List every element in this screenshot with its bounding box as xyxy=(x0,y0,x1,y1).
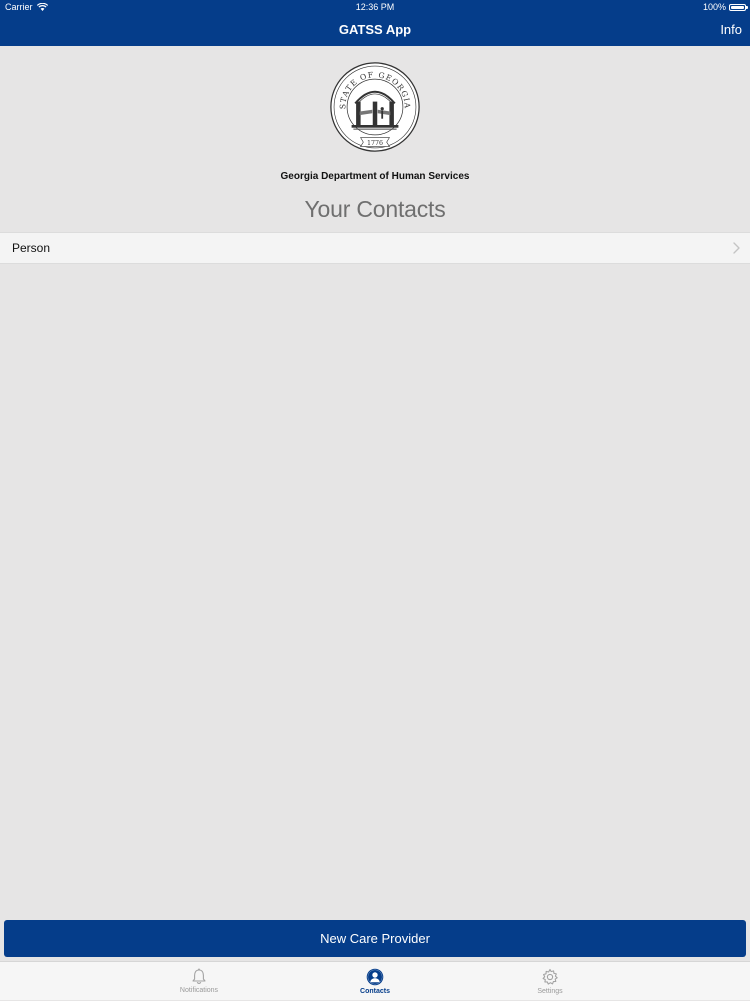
info-button[interactable]: Info xyxy=(720,22,742,37)
tab-settings[interactable]: Settings xyxy=(490,962,610,1001)
status-bar: Carrier 12:36 PM 100% xyxy=(0,0,750,14)
nav-title: GATSS App xyxy=(338,22,412,37)
status-right: 100% xyxy=(702,2,748,12)
battery-fill xyxy=(731,5,744,9)
tab-label: Settings xyxy=(537,988,563,995)
department-title: Georgia Department of Human Services xyxy=(280,171,470,182)
status-time: 12:36 PM xyxy=(355,2,395,12)
tab-bar: Notifications Contacts Settings xyxy=(0,961,750,1000)
contact-list-item[interactable]: Person xyxy=(0,232,750,264)
navigation-bar: GATSS App Info xyxy=(0,14,750,46)
contact-name: Person xyxy=(12,241,51,255)
new-care-provider-button[interactable]: New Care Provider xyxy=(4,920,746,957)
battery-icon xyxy=(729,3,748,11)
tab-contacts[interactable]: Contacts xyxy=(315,962,435,1001)
battery-percent: 100% xyxy=(702,2,726,12)
section-title: Your Contacts xyxy=(304,196,446,222)
seal-year: 1776 xyxy=(367,140,383,147)
bell-icon xyxy=(192,968,206,984)
state-seal-logo: STATE OF GEORGIA 1776 xyxy=(330,62,420,152)
person-icon xyxy=(366,968,384,986)
tab-label: Notifications xyxy=(179,987,219,994)
tab-notifications[interactable]: Notifications xyxy=(139,962,259,1001)
tab-label: Contacts xyxy=(360,988,390,995)
chevron-right-icon xyxy=(733,242,740,254)
gear-icon xyxy=(542,968,558,985)
